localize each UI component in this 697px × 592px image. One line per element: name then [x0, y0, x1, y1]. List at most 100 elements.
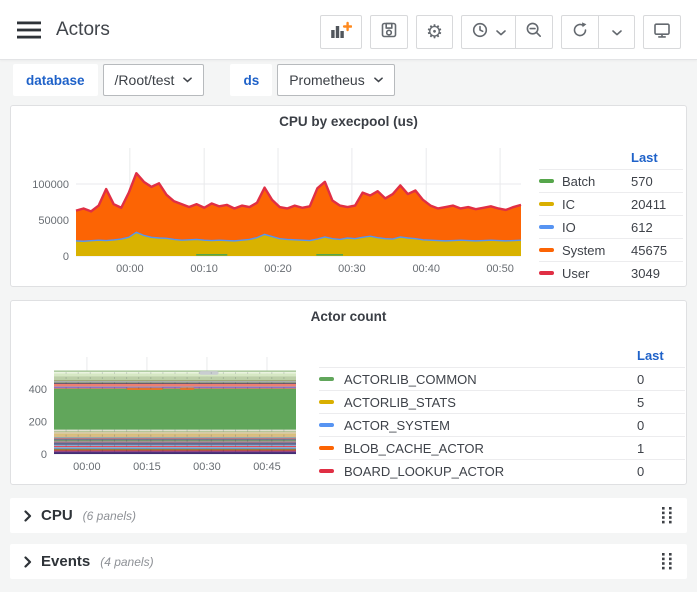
- chevron-right-icon: [24, 510, 32, 522]
- series-name[interactable]: IC: [562, 197, 631, 212]
- svg-text:0: 0: [41, 449, 47, 461]
- row-panel-count: (4 panels): [100, 555, 153, 569]
- actor-count-chart[interactable]: 020040000:0000:1500:3000:45: [19, 341, 339, 481]
- legend-row[interactable]: System 45675: [539, 238, 683, 261]
- legend-row[interactable]: ACTORLIB_STATS 5: [319, 390, 685, 413]
- zoom-out-button[interactable]: [515, 15, 553, 49]
- svg-text:00:50: 00:50: [486, 263, 514, 275]
- series-last-value: 1: [637, 441, 685, 456]
- cpu-execpool-chart[interactable]: 0 50000 100000 00:00 00:10 00:20 00:30 00:40 00:…: [19, 140, 539, 284]
- legend-row[interactable]: IC 20411: [539, 192, 683, 215]
- collapsed-row-cpu[interactable]: CPU (6 panels): [10, 498, 687, 533]
- svg-text:400: 400: [29, 384, 47, 396]
- drag-handle-icon[interactable]: [662, 507, 673, 524]
- series-color-swatch: [319, 469, 334, 473]
- series-color-swatch: [319, 423, 334, 427]
- series-color-swatch: [319, 400, 334, 404]
- series-color-swatch: [539, 248, 554, 252]
- svg-text:00:40: 00:40: [412, 263, 440, 275]
- svg-text:00:30: 00:30: [338, 263, 366, 275]
- refresh-interval-button[interactable]: [598, 15, 635, 49]
- legend-row[interactable]: IO 612: [539, 215, 683, 238]
- svg-text:00:30: 00:30: [193, 461, 221, 473]
- save-icon: [380, 21, 398, 44]
- legend-row[interactable]: User 3049: [539, 261, 683, 284]
- svg-text:00:10: 00:10: [190, 263, 218, 275]
- series-name[interactable]: System: [562, 243, 631, 258]
- series-name[interactable]: ACTOR_SYSTEM: [344, 418, 637, 433]
- save-dashboard-button[interactable]: [370, 15, 408, 49]
- panel-actor-count: Actor count 020040000:0000:1500:3000:45 …: [10, 300, 687, 485]
- legend-last-header[interactable]: Last: [637, 348, 685, 363]
- panel-title[interactable]: Actor count: [11, 309, 686, 324]
- cycle-view-mode-button[interactable]: [643, 15, 681, 49]
- chevron-right-icon: [24, 556, 32, 568]
- refresh-button[interactable]: [561, 15, 599, 49]
- variable-select-database[interactable]: /Root/test: [103, 64, 205, 96]
- variable-label-database[interactable]: database: [13, 64, 98, 96]
- submenu-variables: database /Root/test ds Prometheus: [13, 64, 395, 96]
- refresh-controls: [561, 15, 635, 49]
- variable-select-ds[interactable]: Prometheus: [277, 64, 394, 96]
- svg-text:50000: 50000: [38, 215, 69, 227]
- svg-text:00:15: 00:15: [133, 461, 161, 473]
- svg-text:00:20: 00:20: [264, 263, 292, 275]
- series-last-value: 612: [631, 220, 683, 235]
- legend-row[interactable]: ACTORLIB_COMMON 0: [319, 367, 685, 390]
- series-name[interactable]: IO: [562, 220, 631, 235]
- series-last-value: 5: [637, 395, 685, 410]
- menu-icon[interactable]: [16, 20, 42, 40]
- time-picker-button[interactable]: [461, 15, 516, 49]
- series-color-swatch: [319, 377, 334, 381]
- svg-text:100000: 100000: [32, 179, 69, 191]
- series-color-swatch: [539, 202, 554, 206]
- variable-value-ds: Prometheus: [289, 72, 364, 88]
- svg-text:0: 0: [63, 251, 69, 263]
- zoom-out-icon: [525, 21, 543, 44]
- gear-icon: ⚙: [426, 23, 443, 42]
- add-panel-button[interactable]: [320, 15, 362, 49]
- legend-last-header[interactable]: Last: [631, 150, 683, 165]
- legend-row[interactable]: Batch 570: [539, 169, 683, 192]
- series-name[interactable]: BOARD_LOOKUP_ACTOR: [344, 464, 637, 479]
- series-last-value: 3049: [631, 266, 683, 281]
- series-color-swatch: [539, 271, 554, 275]
- row-title[interactable]: CPU: [41, 507, 73, 524]
- series-color-swatch: [539, 179, 554, 183]
- collapsed-row-events[interactable]: Events (4 panels): [10, 544, 687, 579]
- svg-text:200: 200: [29, 417, 47, 429]
- row-title[interactable]: Events: [41, 553, 90, 570]
- monitor-icon: [653, 21, 671, 44]
- drag-handle-icon[interactable]: [662, 553, 673, 570]
- legend-row[interactable]: BOARD_LOOKUP_ACTOR 0: [319, 459, 685, 482]
- panel-cpu-by-execpool: CPU by execpool (us) 0 50000 100000 00:00 00…: [10, 105, 687, 287]
- legend-row[interactable]: BLOB_CACHE_ACTOR 1: [319, 436, 685, 459]
- variable-value-database: /Root/test: [115, 72, 175, 88]
- series-name[interactable]: User: [562, 266, 631, 281]
- variable-label-ds[interactable]: ds: [230, 64, 272, 96]
- series-last-value: 0: [637, 418, 685, 433]
- series-last-value: 0: [637, 464, 685, 479]
- grafana-dashboard: Actors: [0, 0, 697, 592]
- series-last-value: 0: [637, 372, 685, 387]
- series-last-value: 570: [631, 174, 683, 189]
- time-controls: [461, 15, 553, 49]
- legend-header-row: Last: [319, 344, 685, 367]
- chevron-down-icon: [496, 23, 506, 41]
- series-color-swatch: [539, 225, 554, 229]
- add-panel-icon: [330, 21, 352, 44]
- legend-row[interactable]: ACTOR_SYSTEM 0: [319, 413, 685, 436]
- series-name[interactable]: ACTORLIB_COMMON: [344, 372, 637, 387]
- svg-text:00:00: 00:00: [73, 461, 101, 473]
- series-name[interactable]: ACTORLIB_STATS: [344, 395, 637, 410]
- refresh-icon: [571, 21, 589, 44]
- dashboard-settings-button[interactable]: ⚙: [416, 15, 453, 49]
- series-name[interactable]: Batch: [562, 174, 631, 189]
- dashboard-title: Actors: [56, 19, 110, 41]
- clock-icon: [471, 21, 489, 44]
- chevron-down-icon: [612, 23, 622, 41]
- svg-text:00:00: 00:00: [116, 263, 144, 275]
- panel-title[interactable]: CPU by execpool (us): [11, 114, 686, 129]
- series-name[interactable]: BLOB_CACHE_ACTOR: [344, 441, 637, 456]
- cpu-legend: Last Batch 570 IC 20411: [539, 146, 683, 284]
